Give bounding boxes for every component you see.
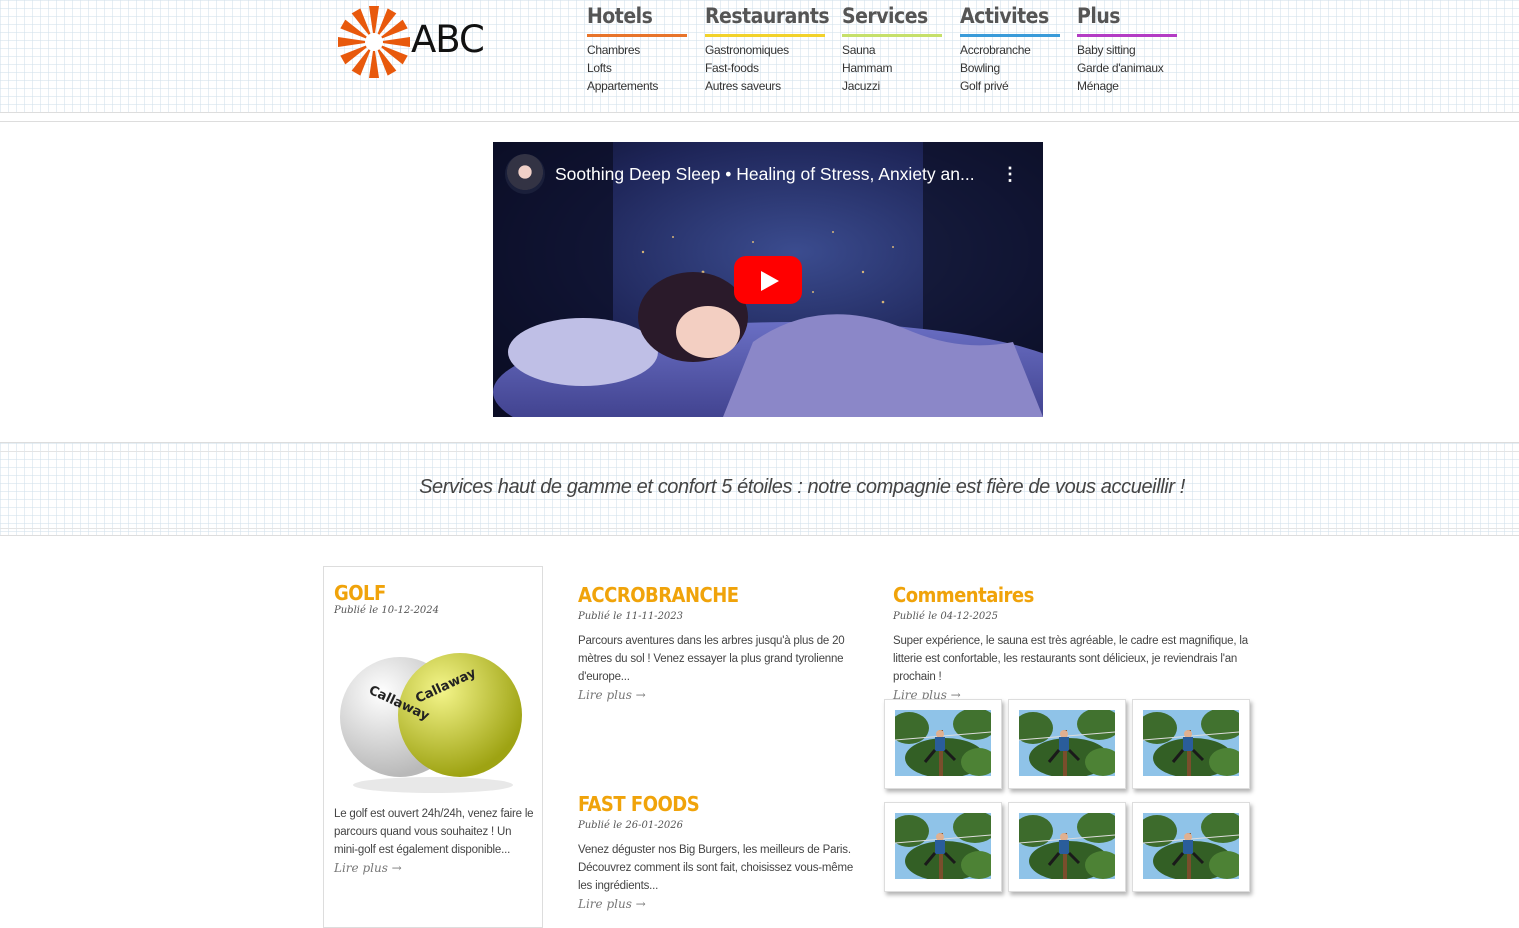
nav-item-garde-animaux[interactable]: Garde d'animaux [1077, 59, 1177, 77]
golf-balls-image: Callaway Callaway [340, 653, 522, 793]
gallery-thumbnail[interactable] [1008, 802, 1126, 892]
nav-head-hotels[interactable]: Hotels [587, 0, 687, 37]
article-date: Publié le 26-01-2026 [578, 820, 684, 831]
article-date: Publié le 04-12-2025 [893, 611, 999, 622]
nav-item-autres-saveurs[interactable]: Autres saveurs [705, 77, 825, 95]
brand-logo[interactable]: ABC [337, 2, 487, 80]
nav-item-fast-foods[interactable]: Fast-foods [705, 59, 825, 77]
site-header: ABC Hotels Chambres Lofts Appartements R… [0, 0, 1519, 113]
nav-head-restaurants[interactable]: Restaurants [705, 0, 830, 37]
article-fast-foods: FAST FOODS Publié le 26-01-2026 Venez dé… [578, 792, 868, 913]
nav-item-golf-prive[interactable]: Golf privé [960, 77, 1060, 95]
article-excerpt: Parcours aventures dans les arbres jusqu… [578, 635, 845, 683]
nav-hotels: Hotels Chambres Lofts Appartements [587, 0, 687, 95]
video-title[interactable]: Soothing Deep Sleep • Healing of Stress,… [555, 164, 975, 185]
read-more-link[interactable]: Lire plus → [334, 861, 402, 875]
gallery-thumbnail[interactable] [884, 699, 1002, 789]
sunburst-logo-icon [338, 6, 410, 78]
gallery-thumbnail[interactable] [1132, 802, 1250, 892]
article-date: Publié le 11-11-2023 [578, 611, 684, 622]
nav-head-services[interactable]: Services [842, 0, 942, 37]
more-options-icon[interactable]: ⋮ [1001, 164, 1019, 184]
nav-head-plus[interactable]: Plus [1077, 0, 1177, 37]
article-accrobranche: ACCROBRANCHE Publié le 11-11-2023 Parcou… [578, 583, 868, 704]
article-excerpt: Venez déguster nos Big Burgers, les meil… [578, 844, 854, 892]
play-icon[interactable] [734, 256, 802, 304]
nav-activites: Activites Accrobranche Bowling Golf priv… [960, 0, 1060, 95]
nav-item-gastronomiques[interactable]: Gastronomiques [705, 41, 825, 59]
nav-item-sauna[interactable]: Sauna [842, 41, 942, 59]
article-title[interactable]: Commentaires [893, 583, 1253, 607]
nav-item-jacuzzi[interactable]: Jacuzzi [842, 77, 942, 95]
article-title[interactable]: FAST FOODS [578, 792, 868, 816]
nav-item-menage[interactable]: Ménage [1077, 77, 1177, 95]
nav-item-baby-sitting[interactable]: Baby sitting [1077, 41, 1177, 59]
nav-restaurants: Restaurants Gastronomiques Fast-foods Au… [705, 0, 830, 95]
tagline: Services haut de gamme et confort 5 étoi… [419, 476, 1185, 498]
nav-item-lofts[interactable]: Lofts [587, 59, 687, 77]
article-excerpt: Super expérience, le sauna est très agré… [893, 635, 1248, 683]
article-date: Publié le 10-12-2024 [334, 605, 440, 616]
gallery-thumbnail[interactable] [884, 802, 1002, 892]
read-more-link[interactable]: Lire plus → [578, 688, 646, 702]
gallery-thumbnail[interactable] [1008, 699, 1126, 789]
nav-item-accrobranche[interactable]: Accrobranche [960, 41, 1060, 59]
channel-avatar[interactable] [505, 154, 545, 194]
nav-item-appartements[interactable]: Appartements [587, 77, 687, 95]
article-title[interactable]: GOLF [334, 581, 386, 605]
divider [0, 121, 1519, 122]
tagline-band: Services haut de gamme et confort 5 étoi… [0, 442, 1519, 536]
nav-services: Services Sauna Hammam Jacuzzi [842, 0, 942, 95]
article-comments: Commentaires Publié le 04-12-2025 Super … [893, 583, 1253, 704]
gallery-thumbnail[interactable] [1132, 699, 1250, 789]
brand-name: ABC [411, 18, 485, 61]
nav-item-hammam[interactable]: Hammam [842, 59, 942, 77]
nav-item-bowling[interactable]: Bowling [960, 59, 1060, 77]
article-excerpt: Le golf est ouvert 24h/24h, venez faire … [334, 808, 534, 856]
article-card-golf: GOLF Publié le 10-12-2024 Callaway Calla… [323, 566, 543, 928]
article-title[interactable]: ACCROBRANCHE [578, 583, 868, 607]
nav-head-activites[interactable]: Activites [960, 0, 1060, 37]
nav-plus: Plus Baby sitting Garde d'animaux Ménage [1077, 0, 1177, 95]
nav-item-chambres[interactable]: Chambres [587, 41, 687, 59]
video-player[interactable]: Soothing Deep Sleep • Healing of Stress,… [493, 142, 1043, 417]
